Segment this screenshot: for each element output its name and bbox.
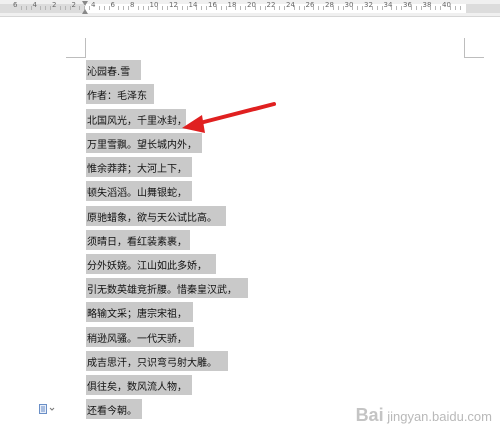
annotation-arrow-icon xyxy=(182,102,276,133)
baidu-watermark: Bai jingyan.baidu.com xyxy=(356,405,492,426)
watermark-logo-text: Bai xyxy=(355,405,384,425)
watermark-url: jingyan.baidu.com xyxy=(387,409,492,424)
